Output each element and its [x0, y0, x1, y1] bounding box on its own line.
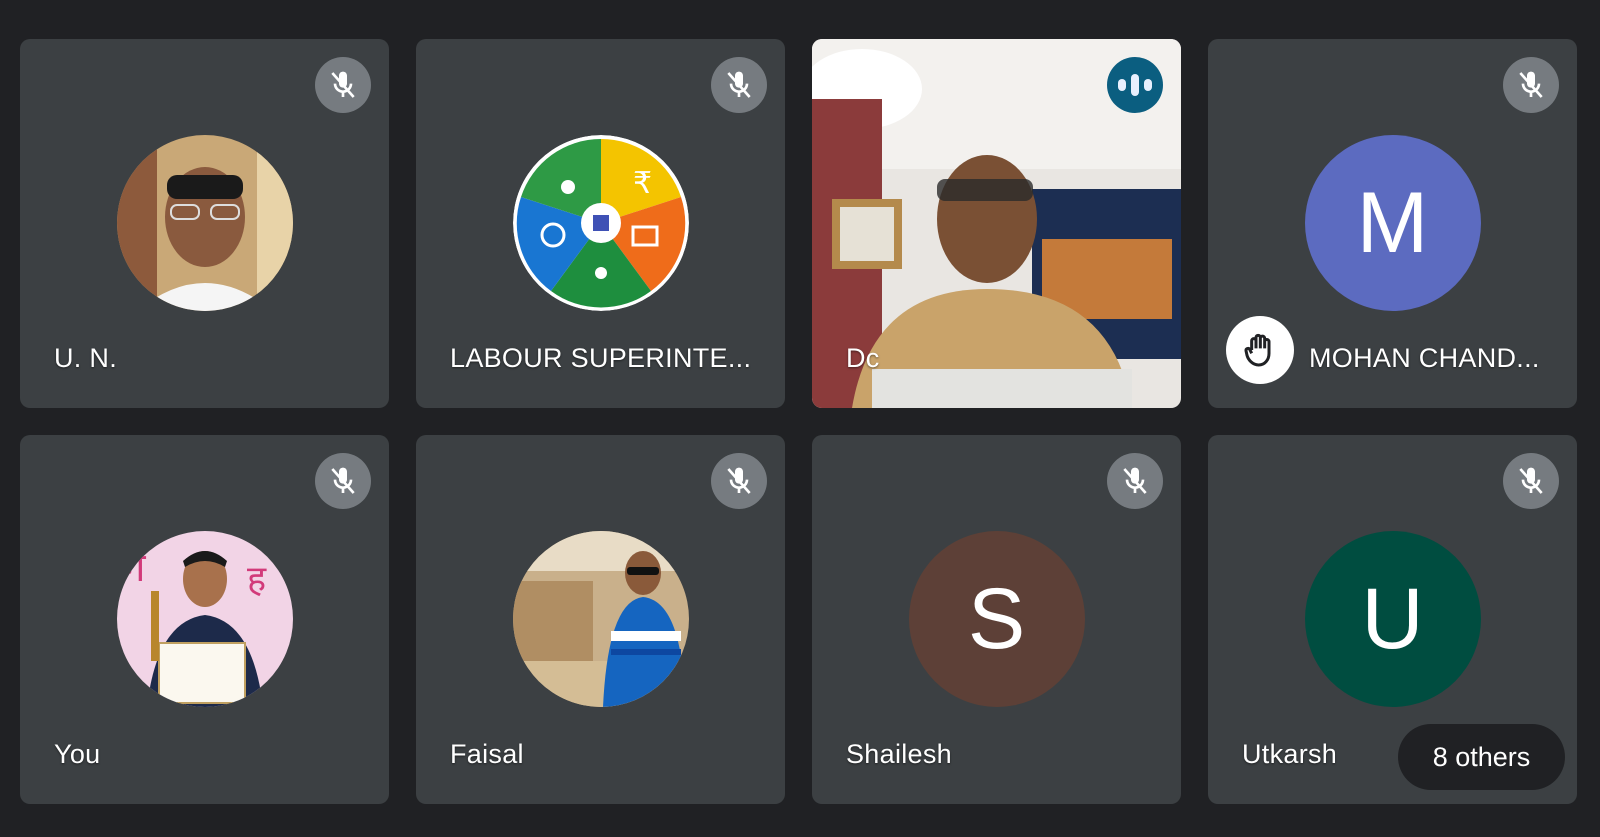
avatar-letter: S [908, 531, 1085, 707]
mic-off-icon [315, 57, 371, 113]
mic-off-icon [711, 453, 767, 509]
raised-hand-icon [1226, 316, 1294, 384]
participant-tile-utkarsh[interactable]: U Utkarsh 8 others [1208, 435, 1577, 804]
participant-tile-un[interactable]: U. N. [20, 39, 389, 408]
mic-off-icon [711, 57, 767, 113]
svg-text:ह: ह [247, 559, 267, 600]
participant-name: LABOUR SUPERINTE... [450, 343, 752, 373]
mic-off-icon [1107, 453, 1163, 509]
avatar-letter: M [1304, 135, 1481, 311]
mic-off-icon [1503, 453, 1559, 509]
labour-logo-avatar: ₹ [512, 135, 689, 311]
svg-text:₹: ₹ [633, 166, 652, 201]
participant-name: Shailesh [846, 739, 952, 769]
participant-name: You [54, 739, 101, 769]
participant-name: U. N. [54, 343, 118, 373]
participant-tile-shailesh[interactable]: S Shailesh [812, 435, 1181, 804]
avatar [116, 135, 293, 311]
participant-tile-you[interactable]: ग ह You [20, 435, 389, 804]
participant-name: Utkarsh [1242, 739, 1338, 769]
avatar: ग ह [116, 531, 293, 707]
participant-grid: U. N. ₹ LABOUR SUPERINTE... Dc M MOHAN C… [20, 39, 1577, 804]
participant-tile-faisal[interactable]: Faisal [416, 435, 785, 804]
audio-level-icon [1107, 57, 1163, 113]
participant-tile-labour-superintendent[interactable]: ₹ LABOUR SUPERINTE... [416, 39, 785, 408]
participant-name: Faisal [450, 739, 524, 769]
svg-text:ग: ग [123, 545, 147, 591]
participant-name: MOHAN CHAND... [1309, 343, 1540, 373]
participant-tile-mohan[interactable]: M MOHAN CHAND... [1208, 39, 1577, 408]
others-button[interactable]: 8 others [1398, 724, 1565, 790]
participant-tile-dc[interactable]: Dc [812, 39, 1181, 408]
mic-off-icon [1503, 57, 1559, 113]
avatar-letter: U [1304, 531, 1481, 707]
avatar [512, 531, 689, 707]
participant-name: Dc [846, 343, 880, 373]
mic-off-icon [315, 453, 371, 509]
